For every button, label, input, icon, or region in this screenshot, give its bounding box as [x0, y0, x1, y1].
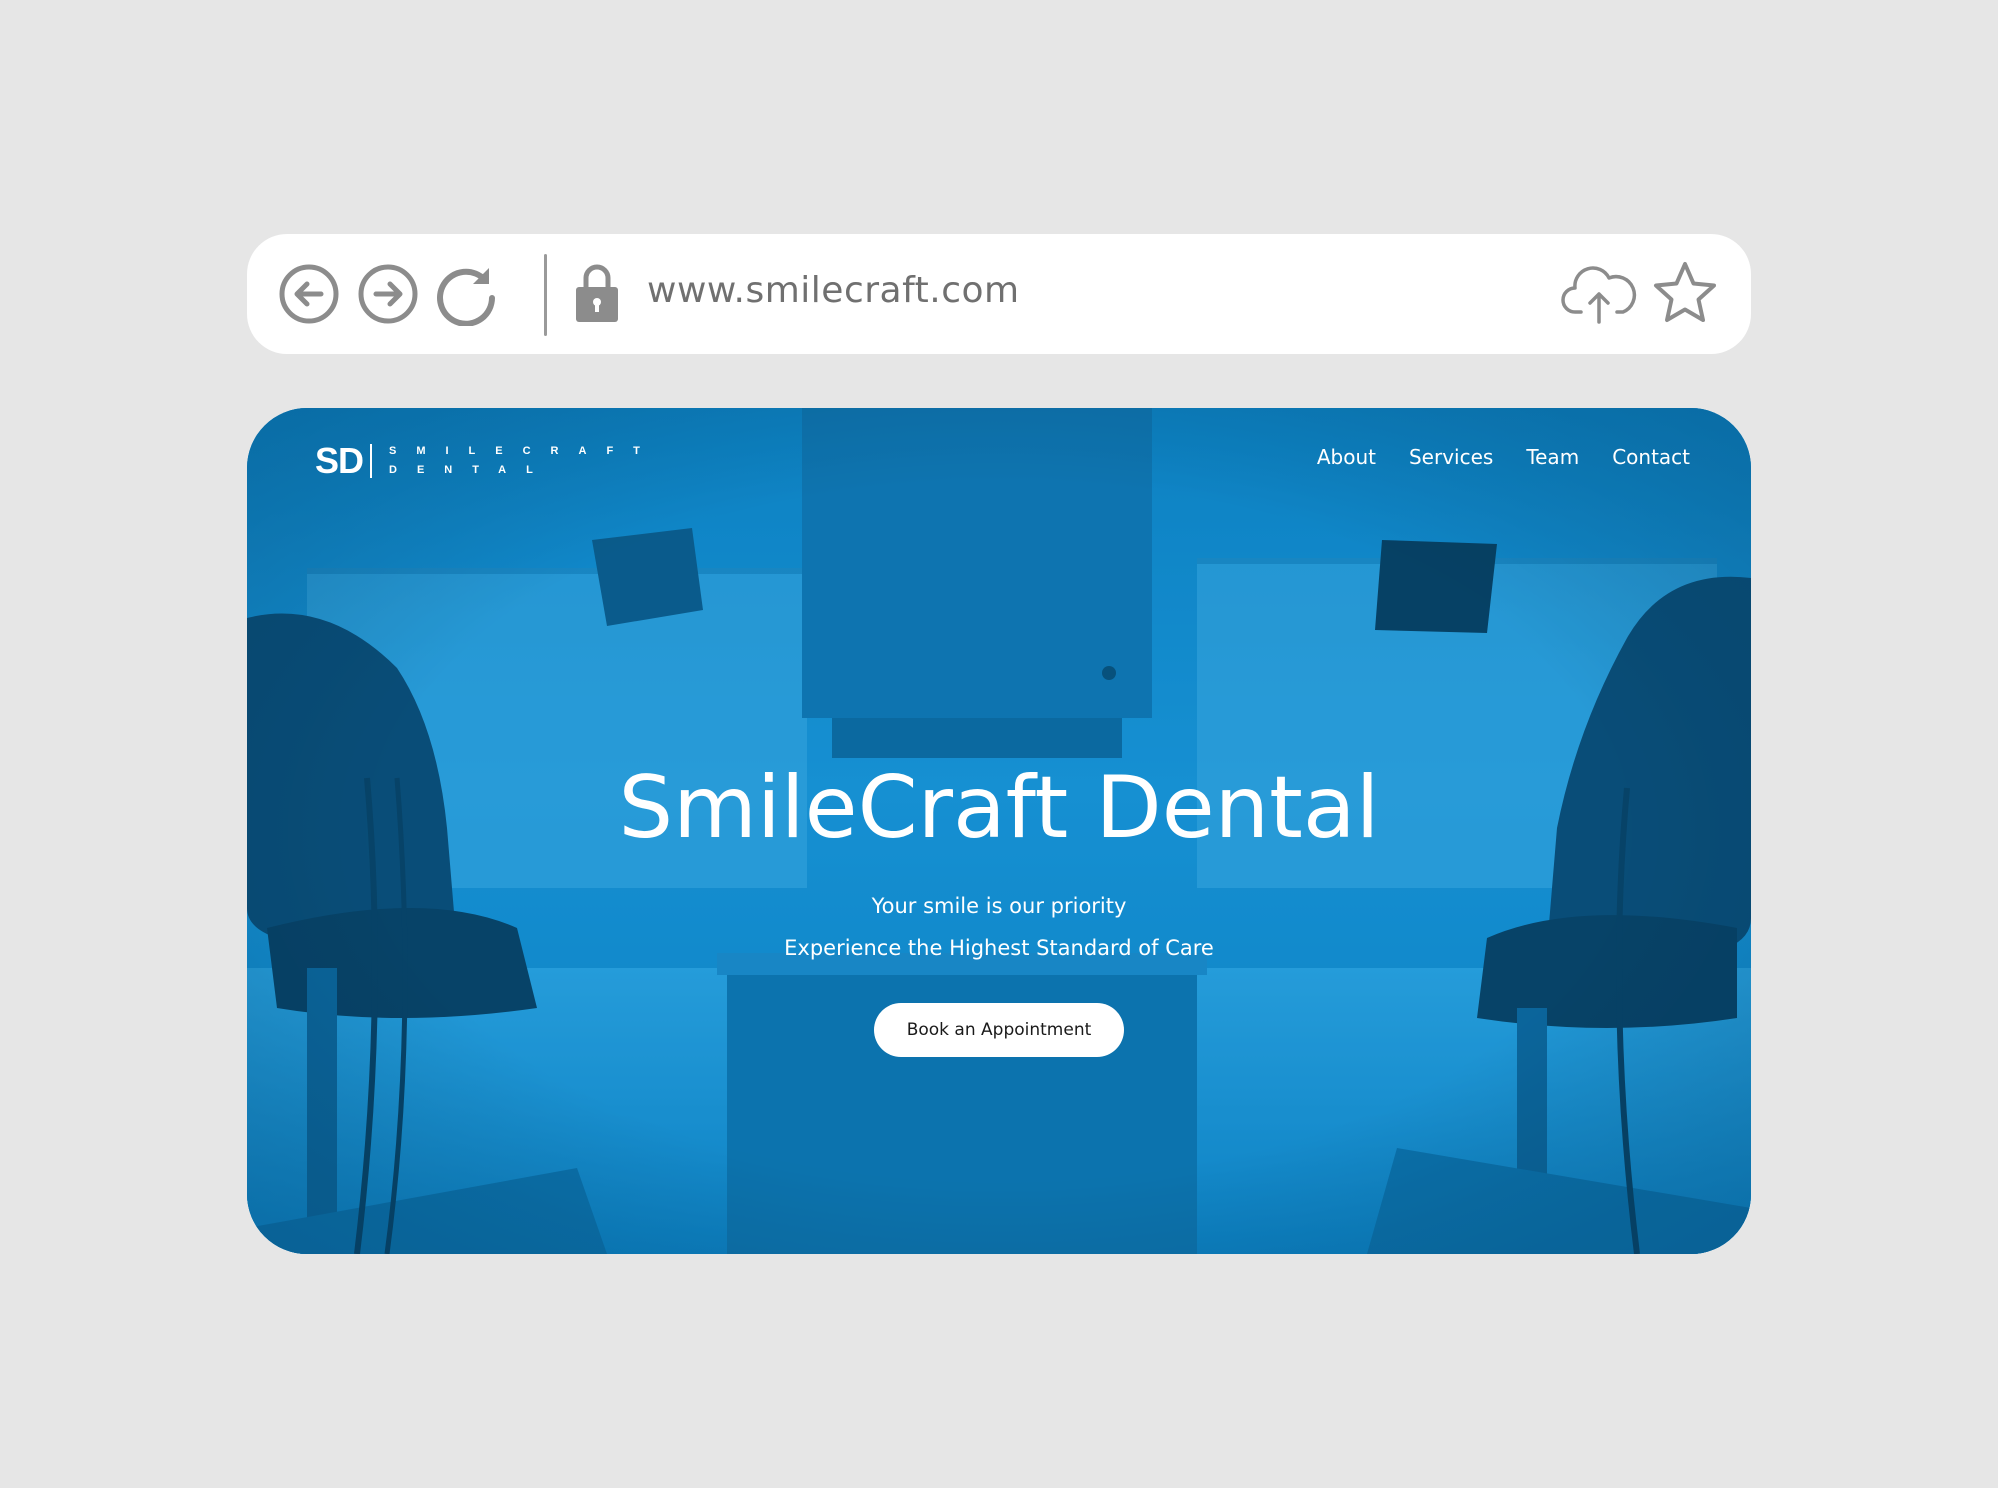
hero-title: SmileCraft Dental	[618, 758, 1380, 858]
browser-toolbar: www.smilecraft.com	[247, 234, 1751, 354]
nav-link-about[interactable]: About	[1317, 444, 1376, 470]
reload-icon[interactable]	[435, 262, 499, 326]
toolbar-divider	[544, 254, 547, 336]
hero-tagline: Your smile is our priority	[871, 894, 1127, 918]
hero-subtitle: Experience the Highest Standard of Care	[784, 936, 1214, 960]
cloud-upload-icon[interactable]	[1561, 262, 1637, 326]
address-bar-url[interactable]: www.smilecraft.com	[647, 266, 1020, 316]
nav-link-contact[interactable]: Contact	[1612, 444, 1690, 470]
site-navigation: About Services Team Contact	[1317, 444, 1690, 470]
nav-link-services[interactable]: Services	[1409, 444, 1493, 470]
star-icon[interactable]	[1651, 260, 1719, 326]
logo-wordmark-line2: DENTAL	[389, 464, 553, 476]
back-icon[interactable]	[277, 262, 341, 326]
forward-icon[interactable]	[356, 262, 420, 326]
logo-wordmark-line1: SMILECRAFT	[389, 445, 660, 457]
logo-separator	[370, 444, 372, 478]
lock-icon	[574, 262, 620, 324]
logo-mark: SD	[315, 440, 364, 481]
nav-link-team[interactable]: Team	[1526, 444, 1579, 470]
website-hero: SD SMILECRAFT DENTAL About Services Team…	[247, 408, 1751, 1254]
book-appointment-button[interactable]: Book an Appointment	[874, 1003, 1124, 1057]
